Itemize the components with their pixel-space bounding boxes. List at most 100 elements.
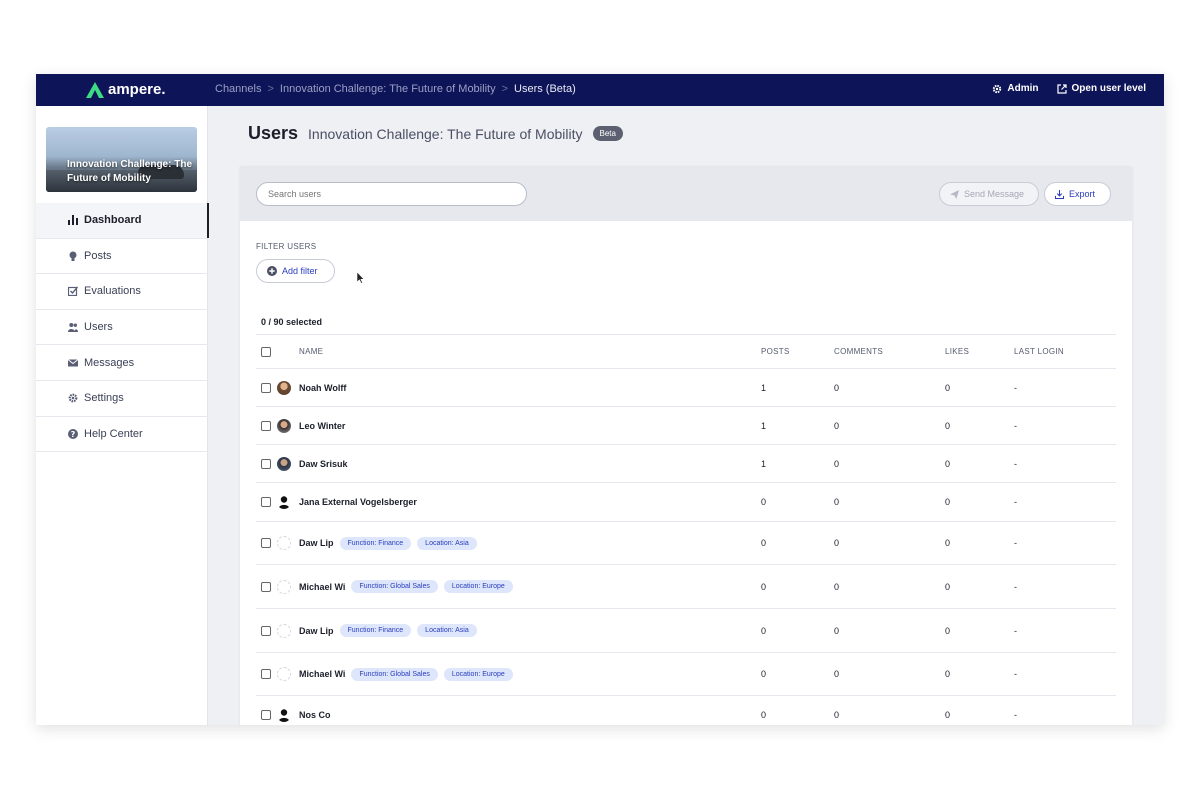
posts-cell: 1 [761, 382, 767, 393]
column-header-comments[interactable]: COMMENTS [834, 347, 883, 356]
open-user-level-button[interactable]: Open user level [1056, 83, 1146, 94]
send-message-button[interactable]: Send Message [939, 182, 1039, 206]
user-name[interactable]: Michael Wi [299, 582, 345, 592]
column-header-name[interactable]: NAME [299, 347, 323, 356]
user-name[interactable]: Michael Wi [299, 669, 345, 679]
row-checkbox[interactable] [261, 709, 271, 720]
sidebar-item-evaluations[interactable]: Evaluations [36, 274, 208, 310]
user-name[interactable]: Nos Co [299, 710, 331, 720]
user-name[interactable]: Daw Lip [299, 538, 334, 548]
user-tag[interactable]: Function: Finance [339, 536, 412, 550]
paper-plane-icon [950, 189, 959, 199]
breadcrumb-channel[interactable]: Innovation Challenge: The Future of Mobi… [280, 83, 496, 95]
user-tag[interactable]: Location: Asia [417, 624, 477, 637]
user-name[interactable]: Noah Wolff [299, 383, 346, 393]
table-row[interactable]: Jana External Vogelsberger 0 0 0 - [256, 483, 1116, 522]
sidebar-item-users[interactable]: Users [36, 310, 208, 346]
table-row[interactable]: Michael Wi Function: Global Sales Locati… [256, 653, 1116, 696]
posts-cell: 0 [761, 538, 767, 548]
channel-banner-image[interactable]: Innovation Challenge: The Future of Mobi… [46, 127, 197, 192]
table-row[interactable]: Michael Wi Function: Global Sales Locati… [256, 565, 1116, 609]
breadcrumb-channels[interactable]: Channels [215, 83, 261, 95]
likes-cell: 0 [945, 458, 951, 469]
user-name[interactable]: Jana External Vogelsberger [299, 497, 417, 507]
row-checkbox[interactable] [261, 581, 271, 592]
breadcrumb-separator: > [267, 83, 274, 95]
filter-users-label: FILTER USERS [256, 242, 317, 251]
table-row[interactable]: Daw Lip Function: Finance Location: Asia… [256, 609, 1116, 653]
row-checkbox[interactable] [261, 458, 271, 469]
row-checkbox[interactable] [261, 538, 271, 548]
row-checkbox[interactable] [261, 625, 271, 636]
user-tag[interactable]: Function: Global Sales [351, 667, 438, 681]
plus-circle-icon [267, 266, 277, 276]
user-name[interactable]: Daw Srisuk [299, 459, 348, 469]
last-login-cell: - [1014, 420, 1017, 431]
likes-cell: 0 [945, 581, 951, 592]
export-button[interactable]: Export [1044, 182, 1111, 206]
last-login-cell: - [1014, 625, 1017, 636]
beta-badge: Beta [592, 126, 623, 141]
download-icon [1055, 189, 1064, 199]
user-tag[interactable]: Location: Europe [443, 667, 513, 681]
user-name-cell: Michael Wi Function: Global Sales Locati… [299, 580, 513, 593]
sidebar-item-settings[interactable]: Settings [36, 381, 208, 417]
column-header-posts[interactable]: POSTS [761, 347, 790, 356]
top-actions: Admin Open user level [992, 83, 1146, 94]
row-checkbox[interactable] [261, 382, 271, 393]
user-name-cell: Daw Lip Function: Finance Location: Asia [299, 536, 477, 550]
user-tag[interactable]: Location: Europe [443, 580, 513, 593]
user-name-cell: Noah Wolff [299, 383, 346, 393]
table-row[interactable]: Daw Srisuk 1 0 0 - [256, 445, 1116, 483]
sidebar-item-help-center[interactable]: ? Help Center [36, 417, 208, 453]
open-user-level-label: Open user level [1071, 83, 1146, 94]
table-row[interactable]: Leo Winter 1 0 0 - [256, 407, 1116, 445]
sidebar-item-label: Help Center [84, 427, 143, 440]
table-row[interactable]: Daw Lip Function: Finance Location: Asia… [256, 522, 1116, 565]
user-name[interactable]: Leo Winter [299, 421, 345, 431]
table-row[interactable]: Noah Wolff 1 0 0 - [256, 369, 1116, 407]
mouse-cursor-icon [357, 272, 365, 284]
brand-logo[interactable]: ampere. [86, 81, 166, 98]
row-checkbox[interactable] [261, 669, 271, 679]
select-all-checkbox[interactable] [261, 346, 271, 357]
svg-text:?: ? [71, 430, 76, 439]
user-tag[interactable]: Location: Asia [417, 536, 477, 550]
avatar [277, 579, 291, 594]
sidebar-item-dashboard[interactable]: Dashboard [36, 203, 209, 239]
column-header-last-login[interactable]: LAST LOGIN [1014, 347, 1064, 356]
column-header-likes[interactable]: LIKES [945, 347, 969, 356]
sidebar-item-label: Dashboard [84, 214, 142, 227]
sidebar: Innovation Challenge: The Future of Mobi… [36, 106, 209, 725]
user-name-cell: Leo Winter [299, 421, 345, 431]
table-header: NAME POSTS COMMENTS LIKES LAST LOGIN [256, 334, 1116, 369]
last-login-cell: - [1014, 458, 1017, 469]
users-table: NAME POSTS COMMENTS LIKES LAST LOGIN Noa… [256, 334, 1116, 725]
posts-cell: 0 [761, 625, 767, 636]
top-bar: ampere. Channels > Innovation Challenge:… [36, 74, 1164, 106]
admin-button[interactable]: Admin [992, 83, 1039, 94]
add-filter-button[interactable]: Add filter [256, 259, 335, 283]
sidebar-item-messages[interactable]: Messages [36, 345, 208, 381]
user-tag[interactable]: Function: Finance [339, 624, 412, 637]
sidebar-item-posts[interactable]: Posts [36, 239, 208, 275]
user-name[interactable]: Daw Lip [299, 626, 334, 636]
user-tag[interactable]: Function: Global Sales [351, 580, 438, 593]
table-row[interactable]: Nos Co 0 0 0 - [256, 696, 1116, 725]
comments-cell: 0 [834, 458, 840, 469]
users-icon [68, 323, 78, 333]
comments-cell: 0 [834, 497, 840, 507]
banner-title: Innovation Challenge: The Future of Mobi… [67, 159, 193, 184]
row-checkbox[interactable] [261, 420, 271, 431]
search-input[interactable] [256, 182, 527, 206]
last-login-cell: - [1014, 669, 1017, 679]
lightbulb-icon [69, 251, 77, 261]
likes-cell: 0 [945, 669, 951, 679]
breadcrumb: Channels > Innovation Challenge: The Fut… [215, 83, 576, 95]
gear-icon [993, 84, 1002, 93]
row-checkbox[interactable] [261, 497, 271, 507]
export-label: Export [1069, 189, 1096, 199]
gear-icon [68, 393, 78, 403]
avatar [277, 456, 291, 471]
avatar [277, 418, 291, 433]
